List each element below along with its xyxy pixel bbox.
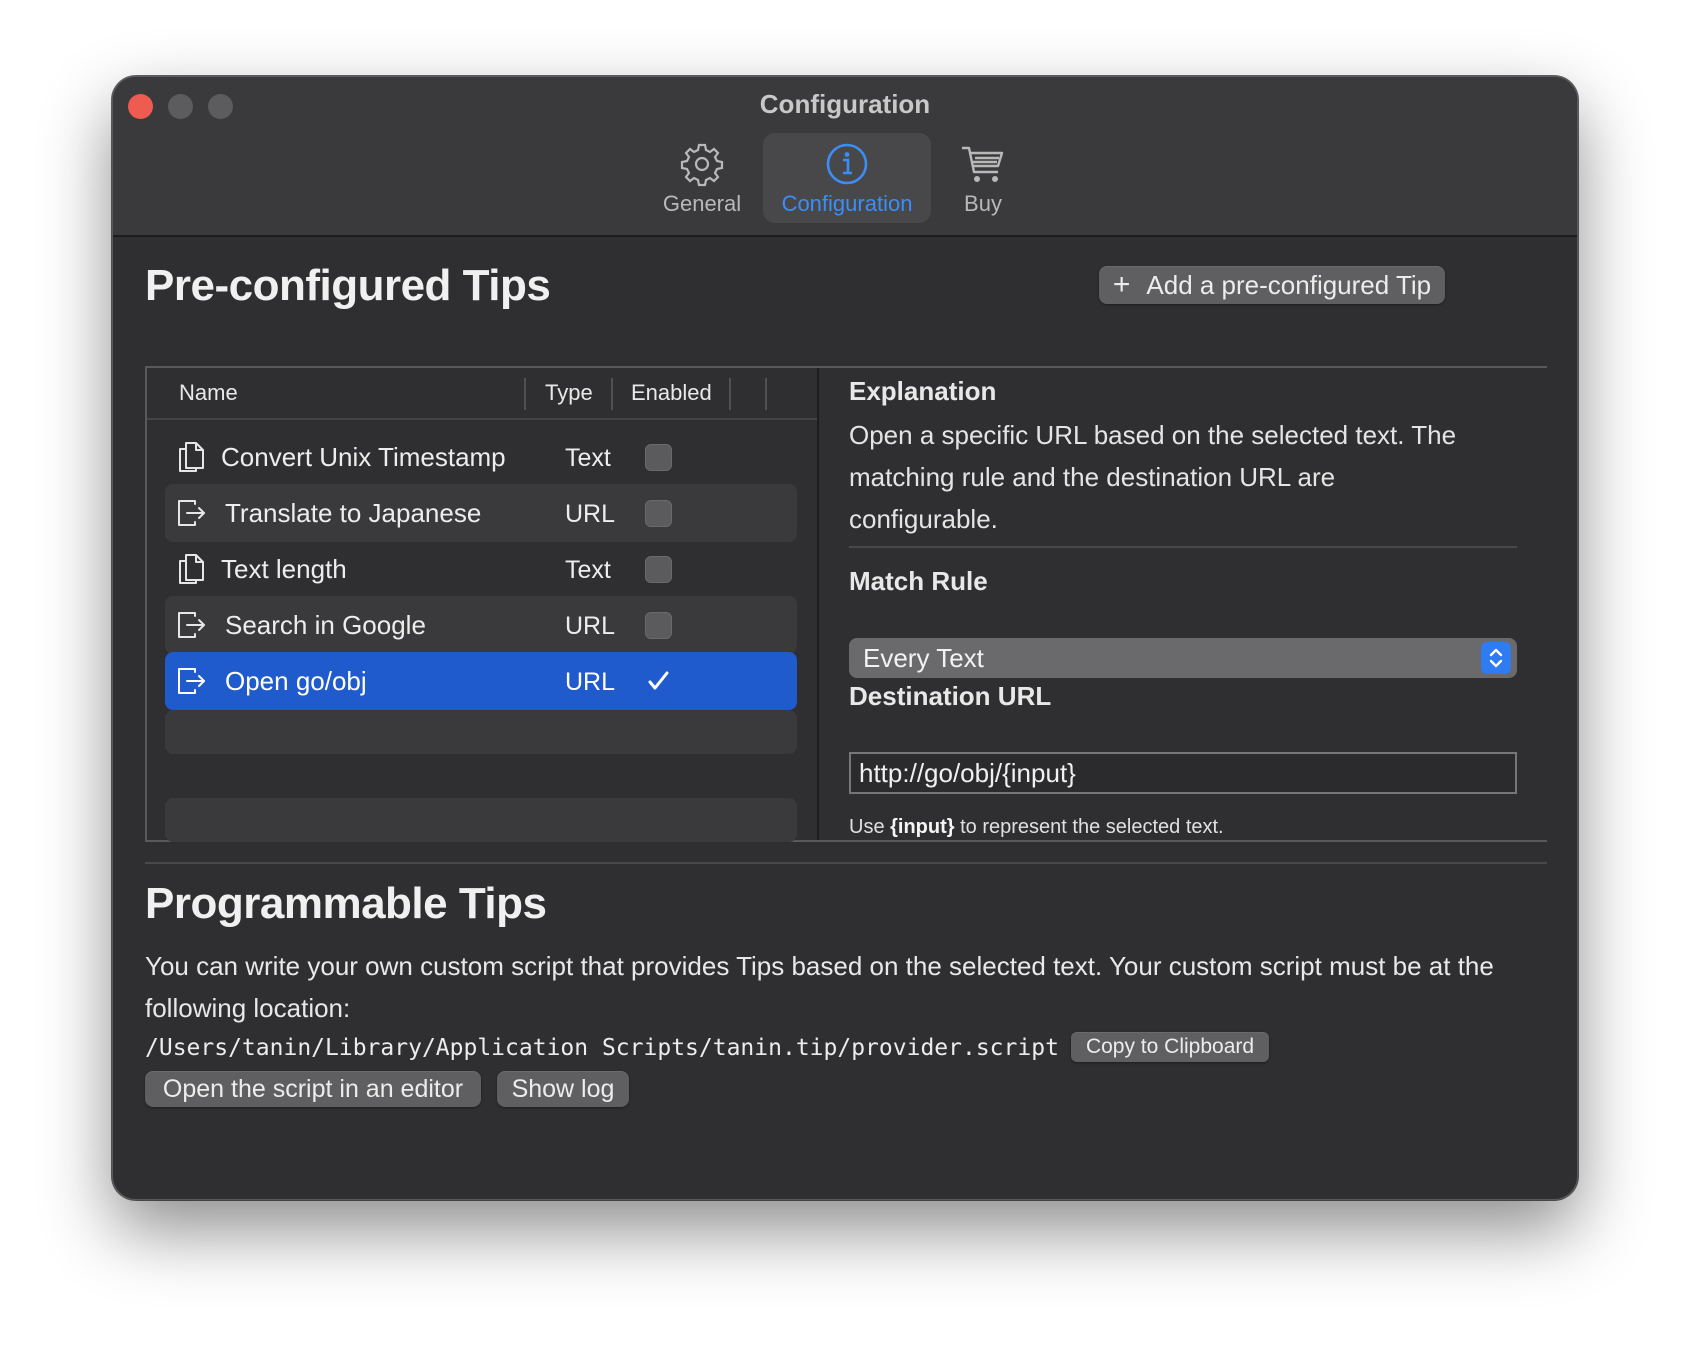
tab-general-label: General — [662, 191, 742, 216]
add-preconfigured-tip-button[interactable]: + Add a pre-configured Tip — [1099, 266, 1445, 304]
add-preconfigured-tip-label: Add a pre-configured Tip — [1146, 269, 1432, 300]
row-name: Open go/obj — [225, 666, 367, 696]
column-separator — [765, 378, 767, 410]
enabled-checkbox[interactable] — [645, 668, 672, 695]
tips-panel: Name Type Enabled Convert Unix Timestamp… — [145, 366, 1547, 842]
tab-buy[interactable]: Buy — [941, 133, 1025, 223]
column-separator — [524, 378, 526, 410]
destination-url-label: Destination URL — [849, 681, 1052, 711]
titlebar: Configuration General Configuration Buy — [113, 77, 1577, 237]
hint-suffix: to represent the selected text. — [954, 816, 1224, 838]
empty-row — [165, 710, 797, 754]
cart-icon — [962, 146, 1004, 182]
column-header-name[interactable]: Name — [179, 380, 238, 406]
tab-configuration-label: Configuration — [781, 191, 913, 216]
enabled-checkbox[interactable] — [645, 556, 672, 583]
toolbar: General Configuration Buy — [113, 133, 1577, 225]
row-name: Convert Unix Timestamp — [221, 442, 506, 472]
row-name: Translate to Japanese — [225, 498, 482, 528]
row-type: Text — [565, 556, 611, 584]
tab-buy-label: Buy — [964, 191, 1002, 216]
copy-doc-icon — [179, 442, 204, 472]
column-separator — [729, 378, 731, 410]
destination-url-input[interactable] — [849, 752, 1517, 794]
hint-prefix: Use — [849, 816, 891, 838]
open-link-icon — [178, 500, 205, 526]
programmable-description: You can write your own custom script tha… — [145, 951, 1494, 1023]
input-hint: Use {input} to represent the selected te… — [849, 816, 1224, 839]
table-row[interactable]: Search in Google URL — [165, 596, 797, 654]
configuration-window: Configuration General Configuration Buy … — [112, 76, 1578, 1200]
detail-divider — [849, 546, 1517, 548]
tips-table: Name Type Enabled Convert Unix Timestamp… — [147, 368, 817, 842]
open-link-icon — [178, 668, 205, 694]
open-link-icon — [178, 612, 205, 638]
tip-detail-pane: Explanation Open a specific URL based on… — [819, 368, 1547, 840]
gear-icon — [680, 143, 724, 187]
explanation-label: Explanation — [849, 376, 997, 406]
copy-to-clipboard-button[interactable]: Copy to Clipboard — [1071, 1032, 1269, 1062]
table-row[interactable]: Convert Unix Timestamp Text — [165, 428, 797, 486]
chevron-up-down-icon — [1481, 642, 1511, 674]
enabled-checkbox[interactable] — [645, 500, 672, 527]
table-header: Name Type Enabled — [147, 368, 817, 420]
enabled-checkbox[interactable] — [645, 444, 672, 471]
enabled-checkbox[interactable] — [645, 612, 672, 639]
window-title: Configuration — [759, 89, 931, 119]
hint-token: {input} — [890, 816, 955, 838]
column-header-enabled[interactable]: Enabled — [631, 380, 712, 406]
programmable-tips-title: Programmable Tips — [145, 879, 547, 928]
row-name: Text length — [221, 554, 347, 584]
section-divider — [145, 862, 1547, 864]
copy-doc-icon — [179, 554, 204, 584]
tab-general[interactable]: General — [653, 133, 751, 223]
row-type: URL — [565, 500, 616, 528]
open-script-in-editor-button[interactable]: Open the script in an editor — [145, 1071, 481, 1107]
preconfigured-tips-title: Pre-configured Tips — [145, 261, 551, 310]
explanation-text: Open a specific URL based on the selecte… — [849, 420, 1457, 534]
empty-row — [165, 798, 797, 842]
table-row[interactable]: Text length Text — [165, 540, 797, 598]
table-row[interactable]: Translate to Japanese URL — [165, 484, 797, 542]
info-icon — [826, 143, 868, 185]
match-rule-label: Match Rule — [849, 566, 988, 596]
row-name: Search in Google — [225, 610, 426, 640]
checkmark-icon — [648, 671, 669, 690]
column-header-type[interactable]: Type — [545, 380, 593, 406]
script-path: /Users/tanin/Library/Application Scripts… — [145, 1035, 1059, 1061]
match-rule-value: Every Text — [863, 643, 984, 673]
row-type: URL — [565, 612, 616, 640]
row-type: Text — [565, 444, 611, 472]
show-log-button[interactable]: Show log — [497, 1071, 629, 1107]
match-rule-select[interactable]: Every Text — [849, 638, 1517, 678]
table-row-selected[interactable]: Open go/obj URL — [165, 652, 797, 710]
column-separator — [611, 378, 613, 410]
row-type: URL — [565, 668, 616, 696]
tab-configuration[interactable]: Configuration — [763, 133, 931, 223]
plus-icon: + — [1112, 268, 1131, 301]
